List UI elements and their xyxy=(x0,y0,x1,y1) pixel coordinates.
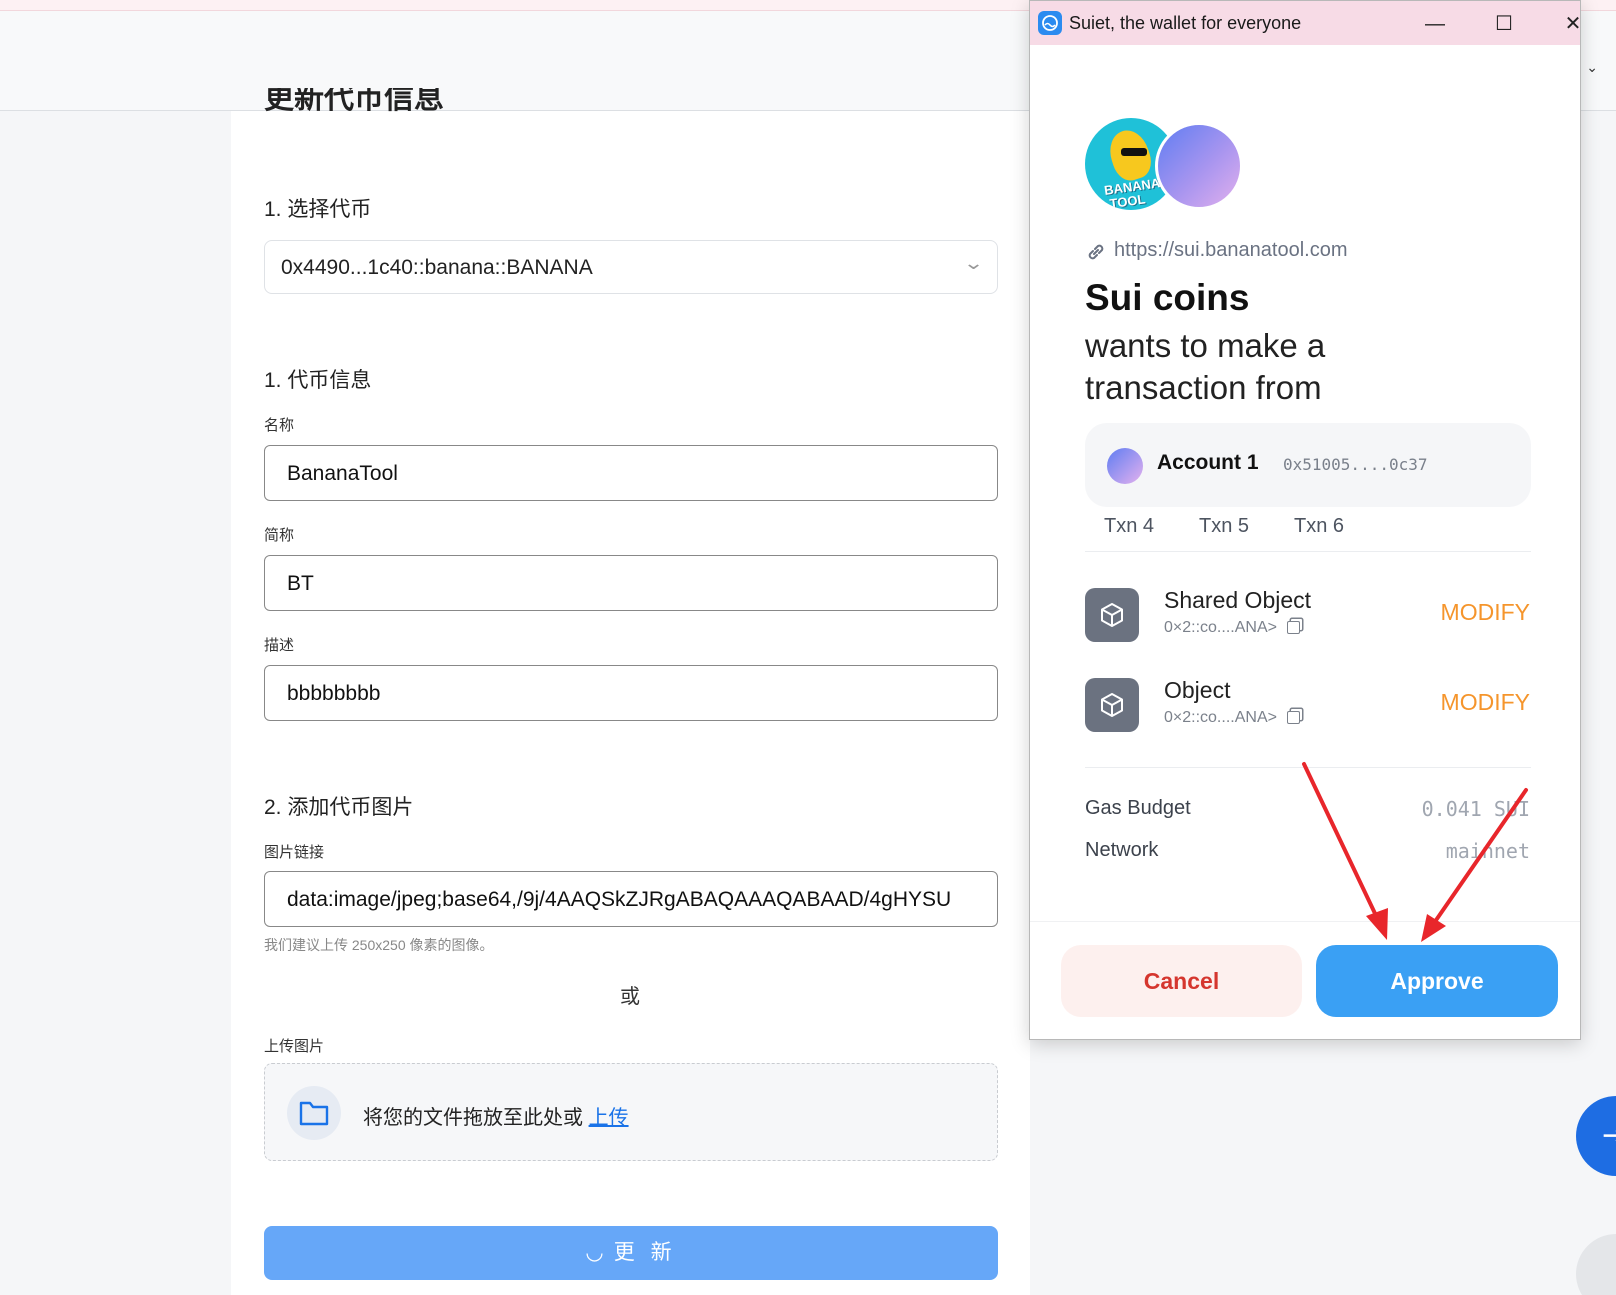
gas-budget-value: 0.041 SUI xyxy=(1421,797,1530,821)
tab-txn-5[interactable]: Txn 5 xyxy=(1199,515,1249,538)
link-icon xyxy=(1088,244,1104,260)
image-size-hint: 我们建议上传 250x250 像素的图像。 xyxy=(264,937,494,953)
or-separator: 或 xyxy=(620,986,640,1008)
account-name: Account 1 xyxy=(1157,451,1259,474)
description-input[interactable]: bbbbbbbb xyxy=(264,665,998,721)
update-button-label: 更 新 xyxy=(613,1241,677,1264)
object-name: Object xyxy=(1164,677,1231,703)
upload-image-label: 上传图片 xyxy=(264,1038,325,1055)
window-title: Suiet, the wallet for everyone xyxy=(1069,13,1302,33)
section-select-token-title: 1. 选择代币 xyxy=(264,198,372,221)
exchange-icon: ⇥ xyxy=(1602,1119,1616,1152)
loading-spinner-icon: ◡ xyxy=(585,1241,604,1264)
suiet-app-icon xyxy=(1038,11,1062,35)
description-input-value: bbbbbbbb xyxy=(287,682,381,705)
object-type-text: 0×2::co....ANA> xyxy=(1164,619,1277,636)
object-action-badge: MODIFY xyxy=(1440,599,1530,625)
symbol-input[interactable]: BT xyxy=(264,555,998,611)
window-titlebar: Suiet, the wallet for everyone — ☐ ✕ xyxy=(1030,1,1581,45)
folder-icon xyxy=(287,1086,341,1140)
object-name: Shared Object xyxy=(1164,587,1312,613)
copy-icon[interactable] xyxy=(1286,711,1300,724)
tabs-divider xyxy=(1085,551,1531,552)
account-card: Account 1 0x51005....0c37 xyxy=(1085,423,1531,507)
image-link-label: 图片链接 xyxy=(264,844,325,861)
description-label: 描述 xyxy=(264,637,295,654)
name-label: 名称 xyxy=(264,417,295,434)
dapp-url: https://sui.bananatool.com xyxy=(1085,239,1347,262)
object-type-text: 0×2::co....ANA> xyxy=(1164,709,1277,726)
drop-text: 将您的文件拖放至此处或 xyxy=(363,1107,589,1129)
symbol-label: 简称 xyxy=(264,527,295,544)
tab-txn-6[interactable]: Txn 6 xyxy=(1294,515,1344,538)
object-type: 0×2::co....ANA> xyxy=(1164,619,1300,637)
tab-txn-4[interactable]: Txn 4 xyxy=(1104,515,1154,538)
chevron-down-icon[interactable]: ⌄ xyxy=(1586,59,1598,76)
dapp-logo-text: BANANA TOOL xyxy=(1103,175,1162,210)
section-add-image-title: 2. 添加代币图片 xyxy=(264,796,414,819)
object-type: 0×2::co....ANA> xyxy=(1164,709,1300,727)
section-token-info-title: 1. 代币信息 xyxy=(264,369,372,392)
close-icon[interactable]: ✕ xyxy=(1551,9,1595,39)
account-address: 0x51005....0c37 xyxy=(1283,455,1428,474)
minimize-icon[interactable]: — xyxy=(1413,9,1457,39)
request-title: Sui coins xyxy=(1085,277,1250,318)
footer-divider xyxy=(1030,921,1580,922)
approve-button[interactable]: Approve xyxy=(1316,945,1558,1017)
maximize-icon[interactable]: ☐ xyxy=(1482,9,1526,39)
image-link-input-value: data:image/jpeg;base64,/9j/4AAQSkZJRgABA… xyxy=(287,888,952,911)
page-title: 更新代币信息 xyxy=(264,88,444,112)
wallet-popup-window: Suiet, the wallet for everyone — ☐ ✕ BAN… xyxy=(1029,0,1581,1040)
image-link-input[interactable]: data:image/jpeg;base64,/9j/4AAQSkZJRgABA… xyxy=(264,871,998,927)
object-action-badge: MODIFY xyxy=(1440,689,1530,715)
cube-icon xyxy=(1085,678,1139,732)
dapp-url-text: https://sui.bananatool.com xyxy=(1114,239,1348,261)
network-value: mainnet xyxy=(1445,839,1530,863)
wallet-avatar xyxy=(1155,122,1243,210)
exchange-float-button[interactable]: ⇥ xyxy=(1576,1096,1616,1176)
cube-icon xyxy=(1085,588,1139,642)
update-button[interactable]: ◡ 更 新 xyxy=(264,1226,998,1280)
chevron-down-icon: ⌄ xyxy=(962,253,985,273)
network-label: Network xyxy=(1085,839,1159,861)
request-subtitle: wants to make a transaction from xyxy=(1085,327,1326,406)
account-avatar xyxy=(1107,448,1143,484)
support-float-button[interactable] xyxy=(1576,1234,1616,1295)
token-select-value: 0x4490...1c40::banana::BANANA xyxy=(281,256,593,279)
objects-divider xyxy=(1085,767,1531,768)
drop-instructions: 将您的文件拖放至此处或 上传 xyxy=(363,1101,629,1130)
token-select[interactable]: 0x4490...1c40::banana::BANANA ⌄ xyxy=(264,240,998,294)
symbol-input-value: BT xyxy=(287,572,314,595)
cancel-button[interactable]: Cancel xyxy=(1061,945,1302,1017)
gas-budget-label: Gas Budget xyxy=(1085,797,1191,819)
upload-link[interactable]: 上传 xyxy=(589,1107,629,1129)
sunglasses-shape xyxy=(1121,148,1147,156)
copy-icon[interactable] xyxy=(1286,621,1300,634)
name-input-value: BananaTool xyxy=(287,462,398,485)
name-input[interactable]: BananaTool xyxy=(264,445,998,501)
file-drop-zone[interactable]: 将您的文件拖放至此处或 上传 xyxy=(264,1063,998,1161)
